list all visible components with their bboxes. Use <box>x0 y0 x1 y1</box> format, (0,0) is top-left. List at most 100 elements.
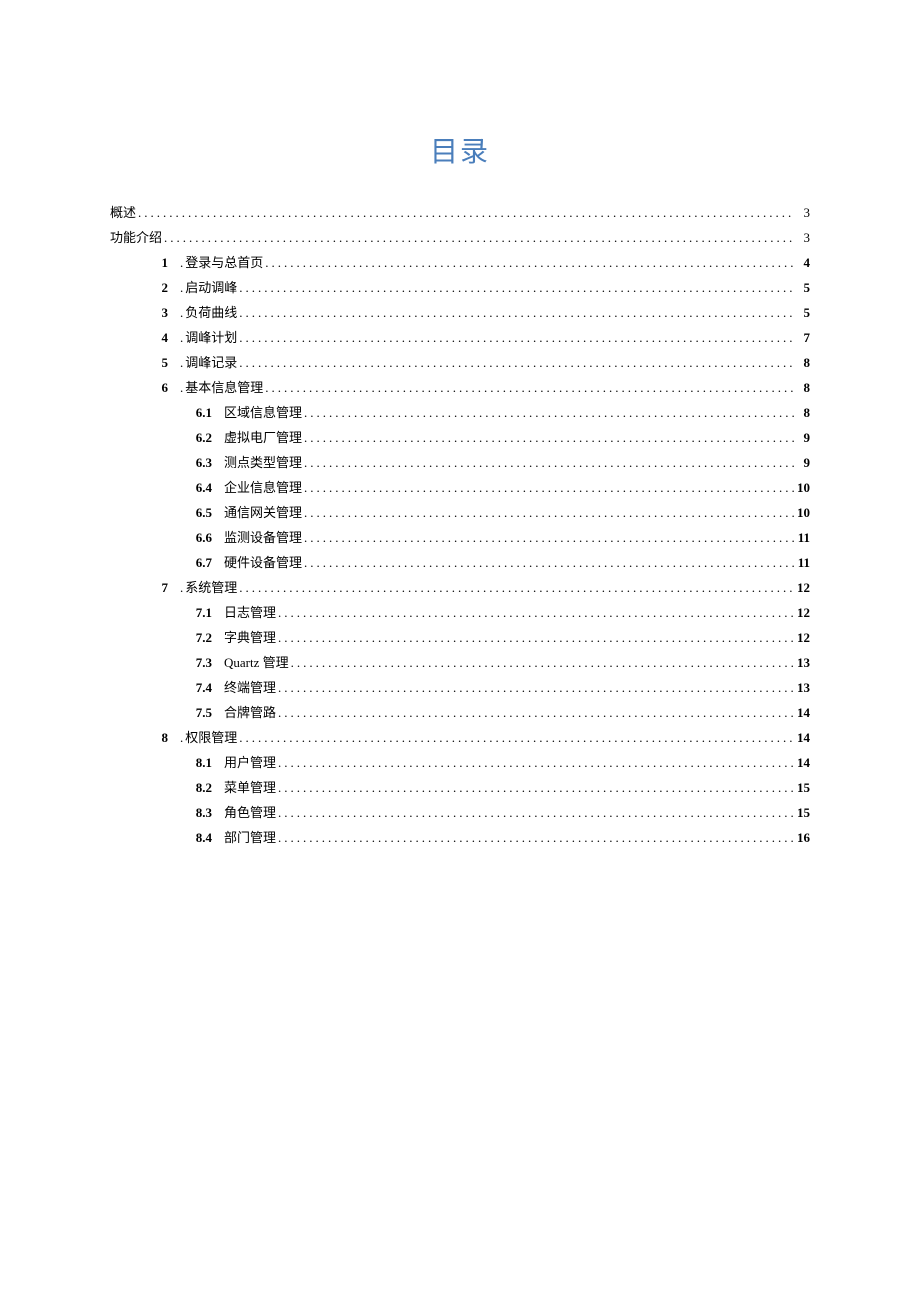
toc-entry-page: 11 <box>794 525 810 550</box>
toc-leader-dots: ........................................… <box>265 375 794 400</box>
toc-entry[interactable]: 7.系统管理..................................… <box>110 575 810 600</box>
toc-leader-dots: ........................................… <box>278 825 794 850</box>
toc-leader-dots: ........................................… <box>239 325 794 350</box>
toc-entry-number: 6.5 <box>188 500 212 525</box>
toc-entry-page: 8 <box>794 350 810 375</box>
toc-entry-number: 6.7 <box>188 550 212 575</box>
toc-entry-label: 登录与总首页 <box>185 250 263 275</box>
toc-entry[interactable]: 2.启动调峰..................................… <box>110 275 810 300</box>
toc-entry[interactable]: 8.4部门管理.................................… <box>110 825 810 850</box>
toc-entry-page: 16 <box>794 825 810 850</box>
toc-entry-page: 10 <box>794 500 810 525</box>
toc-entry-number: 7.4 <box>188 675 212 700</box>
toc-entry-prefix: . <box>180 375 183 400</box>
toc-leader-dots: ........................................… <box>304 500 794 525</box>
toc-leader-dots: ........................................… <box>164 225 794 250</box>
toc-entry-number: 8.3 <box>188 800 212 825</box>
toc-entry-prefix: . <box>180 325 183 350</box>
toc-entry-label: 用户管理 <box>224 750 276 775</box>
toc-entry-label: 调峰计划 <box>185 325 237 350</box>
toc-leader-dots: ........................................… <box>304 400 794 425</box>
toc-entry-page: 12 <box>794 575 810 600</box>
toc-entry-number: 1 <box>146 250 168 275</box>
toc-entry-page: 12 <box>794 625 810 650</box>
toc-entry-label: 日志管理 <box>224 600 276 625</box>
toc-entry[interactable]: 6.基本信息管理................................… <box>110 375 810 400</box>
toc-entry-number: 8.4 <box>188 825 212 850</box>
toc-entry-number: 6.3 <box>188 450 212 475</box>
toc-leader-dots: ........................................… <box>278 750 794 775</box>
toc-entry[interactable]: 7.2字典管理.................................… <box>110 625 810 650</box>
toc-entry-page: 13 <box>794 650 810 675</box>
toc-entry[interactable]: 6.2虚拟电厂管理...............................… <box>110 425 810 450</box>
toc-leader-dots: ........................................… <box>304 550 794 575</box>
toc-entry[interactable]: 6.4企业信息管理...............................… <box>110 475 810 500</box>
toc-entry-page: 9 <box>794 425 810 450</box>
toc-entry[interactable]: 5. 调峰记录.................................… <box>110 350 810 375</box>
toc-entry-label: 通信网关管理 <box>224 500 302 525</box>
toc-entry[interactable]: 8. 权限管理.................................… <box>110 725 810 750</box>
toc-entry-label: 启动调峰 <box>185 275 237 300</box>
toc-leader-dots: ........................................… <box>278 625 794 650</box>
toc-entry[interactable]: 6.6监测设备管理...............................… <box>110 525 810 550</box>
toc-entry[interactable]: 7.3Quartz 管理............................… <box>110 650 810 675</box>
toc-entry[interactable]: 概述......................................… <box>110 200 810 225</box>
toc-entry[interactable]: 7.5合牌管路.................................… <box>110 700 810 725</box>
toc-leader-dots: ........................................… <box>304 525 794 550</box>
toc-entry[interactable]: 8.3角色管理.................................… <box>110 800 810 825</box>
toc-entry-label: 监测设备管理 <box>224 525 302 550</box>
toc-leader-dots: ........................................… <box>239 350 794 375</box>
toc-entry-label: 区域信息管理 <box>224 400 302 425</box>
toc-entry[interactable]: 1.登录与总首页................................… <box>110 250 810 275</box>
toc-entry[interactable]: 7.4终端管理.................................… <box>110 675 810 700</box>
toc-leader-dots: ........................................… <box>291 650 794 675</box>
toc-entry-label: 概述 <box>110 200 136 225</box>
toc-entry-number: 6 <box>146 375 168 400</box>
toc-entry-number: 4 <box>146 325 168 350</box>
toc-entry-page: 12 <box>794 600 810 625</box>
toc-entry[interactable]: 4.调峰计划..................................… <box>110 325 810 350</box>
toc-entry-page: 10 <box>794 475 810 500</box>
toc-entry-number: 7.1 <box>188 600 212 625</box>
toc-entry[interactable]: 8.2菜单管理.................................… <box>110 775 810 800</box>
toc-entry[interactable]: 7.1 日志管理.................................… <box>110 600 810 625</box>
toc-entry[interactable]: 6.5 通信网关管理...............................… <box>110 500 810 525</box>
toc-entry-page: 5 <box>794 275 810 300</box>
toc-leader-dots: ........................................… <box>278 800 794 825</box>
toc-leader-dots: ........................................… <box>278 775 794 800</box>
toc-entry[interactable]: 6.7 硬件设备管理...............................… <box>110 550 810 575</box>
toc-entry-label: 硬件设备管理 <box>224 550 302 575</box>
toc-entry-label: 企业信息管理 <box>224 475 302 500</box>
toc-entry-number: 3 <box>146 300 168 325</box>
toc-entry[interactable]: 6.1区域信息管理...............................… <box>110 400 810 425</box>
toc-entry-number: 8.2 <box>188 775 212 800</box>
toc-entry-page: 3 <box>794 225 810 250</box>
toc-entry-number: 5 <box>146 350 168 375</box>
toc-entry-label: 系统管理 <box>185 575 237 600</box>
toc-entry-number: 8 <box>146 725 168 750</box>
toc-entry-label: 合牌管路 <box>224 700 276 725</box>
toc-entry[interactable]: 8.1 用户管理.................................… <box>110 750 810 775</box>
toc-entry-page: 15 <box>794 800 810 825</box>
toc-leader-dots: ........................................… <box>304 425 794 450</box>
toc-entry-page: 14 <box>794 700 810 725</box>
toc-entry-label: 字典管理 <box>224 625 276 650</box>
toc-entry-page: 11 <box>794 550 810 575</box>
toc-entry-prefix: . <box>180 300 183 325</box>
toc-leader-dots: ........................................… <box>304 475 794 500</box>
toc-title: 目录 <box>110 130 810 170</box>
toc-entry-prefix: . <box>180 275 183 300</box>
toc-entry-page: 15 <box>794 775 810 800</box>
toc-entry-page: 8 <box>794 400 810 425</box>
toc-entry-page: 13 <box>794 675 810 700</box>
toc-entry-page: 14 <box>794 750 810 775</box>
toc-entry[interactable]: 6.3测点类型管理...............................… <box>110 450 810 475</box>
toc-entry-number: 8.1 <box>188 750 212 775</box>
toc-leader-dots: ........................................… <box>278 675 794 700</box>
toc-entry-number: 7 <box>146 575 168 600</box>
toc-leader-dots: ........................................… <box>278 600 794 625</box>
toc-entry[interactable]: 3. 负荷曲线.................................… <box>110 300 810 325</box>
toc-entry[interactable]: 功能介绍....................................… <box>110 225 810 250</box>
toc-leader-dots: ........................................… <box>265 250 794 275</box>
toc-leader-dots: ........................................… <box>138 200 794 225</box>
